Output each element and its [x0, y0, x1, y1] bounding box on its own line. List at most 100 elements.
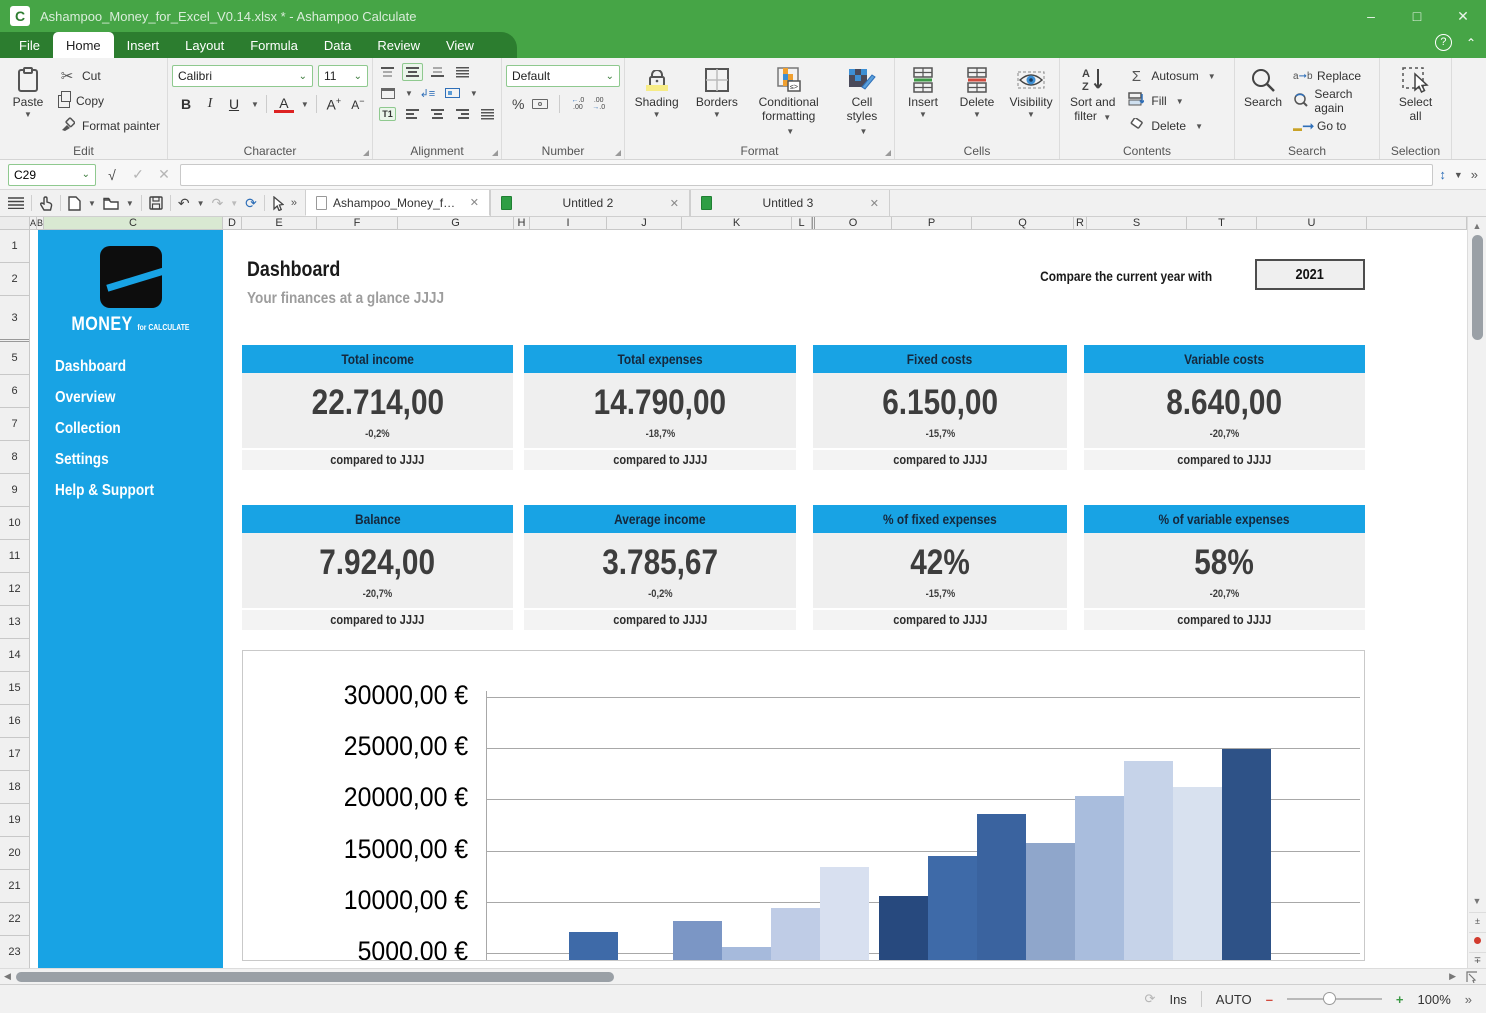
new-document-dropdown-icon[interactable]: ▼: [88, 199, 96, 208]
column-header-J[interactable]: J: [607, 217, 682, 229]
scroll-left-icon[interactable]: ◀: [4, 969, 11, 984]
menu-item-data[interactable]: Data: [311, 32, 364, 58]
horizontal-scroll-thumb[interactable]: [16, 972, 614, 982]
menu-item-view[interactable]: View: [433, 32, 487, 58]
column-header-G[interactable]: G: [398, 217, 514, 229]
sidebar-item-dashboard[interactable]: Dashboard: [55, 358, 223, 376]
scroll-up-icon[interactable]: ▲: [1468, 221, 1486, 231]
sidebar-item-overview[interactable]: Overview: [55, 389, 223, 407]
cell-reference-box[interactable]: C29⌄: [8, 164, 96, 186]
align-center-button[interactable]: [427, 105, 448, 123]
column-header-D[interactable]: D: [223, 217, 242, 229]
accept-icon[interactable]: ✓: [128, 166, 148, 183]
delete-contents-dropdown-icon[interactable]: ▼: [1195, 122, 1203, 131]
close-sheet-icon[interactable]: ✕: [670, 197, 679, 210]
alignment-dialog-launcher[interactable]: [492, 150, 498, 156]
formula-bar-more-icon[interactable]: »: [1471, 167, 1478, 182]
function-wizard-icon[interactable]: √: [102, 167, 122, 183]
sync-icon[interactable]: ⟳: [1145, 991, 1156, 1007]
insert-mode-indicator[interactable]: Ins: [1169, 992, 1186, 1007]
row-header-16[interactable]: 16: [0, 705, 29, 738]
row-header-15[interactable]: 15: [0, 672, 29, 705]
paste-button[interactable]: Paste ▼: [4, 63, 52, 121]
row-header-22[interactable]: 22: [0, 903, 29, 936]
column-header-U[interactable]: U: [1257, 217, 1367, 229]
row-header-6[interactable]: 6: [0, 375, 29, 408]
toolbar-more-icon[interactable]: »: [291, 197, 297, 209]
collapse-ribbon-icon[interactable]: ⌃: [1466, 36, 1476, 50]
row-header-7[interactable]: 7: [0, 408, 29, 441]
font-color-dropdown-icon[interactable]: ▼: [301, 100, 309, 109]
row-header-17[interactable]: 17: [0, 738, 29, 771]
column-header-R[interactable]: R: [1074, 217, 1087, 229]
column-header-F[interactable]: F: [317, 217, 398, 229]
row-header-23[interactable]: 23: [0, 936, 29, 969]
row-header-11[interactable]: 11: [0, 540, 29, 573]
refresh-icon[interactable]: ⟳: [245, 195, 257, 212]
column-header-C[interactable]: C: [44, 217, 223, 229]
delete-contents-button[interactable]: Delete▼: [1127, 115, 1215, 137]
open-file-icon[interactable]: [103, 197, 119, 210]
row-header-9[interactable]: 9: [0, 474, 29, 507]
delete-cells-dropdown-icon[interactable]: ▼: [973, 110, 981, 119]
touch-mode-icon[interactable]: [39, 196, 53, 211]
zoom-in-button[interactable]: +: [1396, 992, 1404, 1007]
zoom-level[interactable]: 100%: [1418, 992, 1451, 1007]
row-header-2[interactable]: 2: [0, 263, 29, 296]
cell-border-button[interactable]: [377, 84, 398, 102]
align-right-button[interactable]: [452, 105, 473, 123]
format-dialog-launcher[interactable]: [885, 150, 891, 156]
help-icon[interactable]: ?: [1435, 34, 1452, 51]
zoom-slider-thumb[interactable]: [1323, 992, 1336, 1005]
grow-font-button[interactable]: A+: [324, 96, 344, 113]
search-again-button[interactable]: Search again: [1293, 90, 1375, 112]
currency-format-button[interactable]: [532, 99, 548, 109]
redo-dropdown-icon[interactable]: ▼: [230, 199, 238, 208]
close-button[interactable]: ✕: [1440, 0, 1486, 32]
fill-button[interactable]: Fill▼: [1127, 90, 1215, 112]
fill-dropdown-icon[interactable]: ▼: [1176, 97, 1184, 106]
row-header-19[interactable]: 19: [0, 804, 29, 837]
sheet-tab-3[interactable]: Untitled 3✕: [690, 190, 890, 216]
shading-dropdown-icon[interactable]: ▼: [653, 110, 661, 119]
menu-item-formula[interactable]: Formula: [237, 32, 311, 58]
row-header-5[interactable]: 5: [0, 342, 29, 375]
menu-item-review[interactable]: Review: [364, 32, 433, 58]
wrap-text-button[interactable]: ↲≡: [417, 84, 438, 102]
menu-item-home[interactable]: Home: [53, 32, 114, 58]
open-file-dropdown-icon[interactable]: ▼: [126, 199, 134, 208]
column-header-B[interactable]: B: [37, 217, 44, 229]
redo-icon[interactable]: ↷: [212, 195, 224, 212]
scroll-right-icon[interactable]: ▶: [1449, 969, 1456, 984]
borders-button[interactable]: Borders ▼: [690, 63, 743, 121]
number-format-select[interactable]: Default⌄: [506, 65, 620, 87]
menu-item-insert[interactable]: Insert: [114, 32, 173, 58]
minimize-button[interactable]: –: [1348, 0, 1394, 32]
previous-page-button[interactable]: ±: [1469, 912, 1486, 928]
visibility-button[interactable]: Visibility ▼: [1007, 63, 1055, 121]
shrink-font-button[interactable]: A−: [348, 96, 368, 112]
italic-button[interactable]: I: [200, 96, 220, 112]
column-header-I[interactable]: I: [530, 217, 607, 229]
text-orientation-button[interactable]: T1: [377, 105, 398, 123]
close-sheet-icon[interactable]: ✕: [470, 196, 479, 209]
format-painter-button[interactable]: Format painter: [58, 115, 160, 137]
font-name-select[interactable]: Calibri⌄: [172, 65, 313, 87]
align-middle-button[interactable]: [402, 63, 423, 81]
row-header-12[interactable]: 12: [0, 573, 29, 606]
new-document-icon[interactable]: [68, 196, 81, 211]
align-top-button[interactable]: [377, 63, 398, 81]
autosum-dropdown-icon[interactable]: ▼: [1208, 72, 1216, 81]
copy-button[interactable]: Copy: [58, 90, 160, 112]
delete-cells-button[interactable]: Delete ▼: [953, 63, 1001, 121]
merge-cells-dropdown-icon[interactable]: ▼: [470, 89, 478, 98]
row-header-3[interactable]: 3: [0, 296, 29, 342]
scroll-down-icon[interactable]: ▼: [1468, 896, 1486, 906]
row-header-14[interactable]: 14: [0, 639, 29, 672]
row-header-10[interactable]: 10: [0, 507, 29, 540]
column-header-O[interactable]: O: [812, 217, 892, 229]
replace-button[interactable]: a➞bReplace: [1293, 65, 1375, 87]
select-all-button[interactable]: Selectall: [1392, 63, 1440, 125]
align-bottom-button[interactable]: [427, 63, 448, 81]
auto-calc-indicator[interactable]: AUTO: [1216, 992, 1252, 1007]
